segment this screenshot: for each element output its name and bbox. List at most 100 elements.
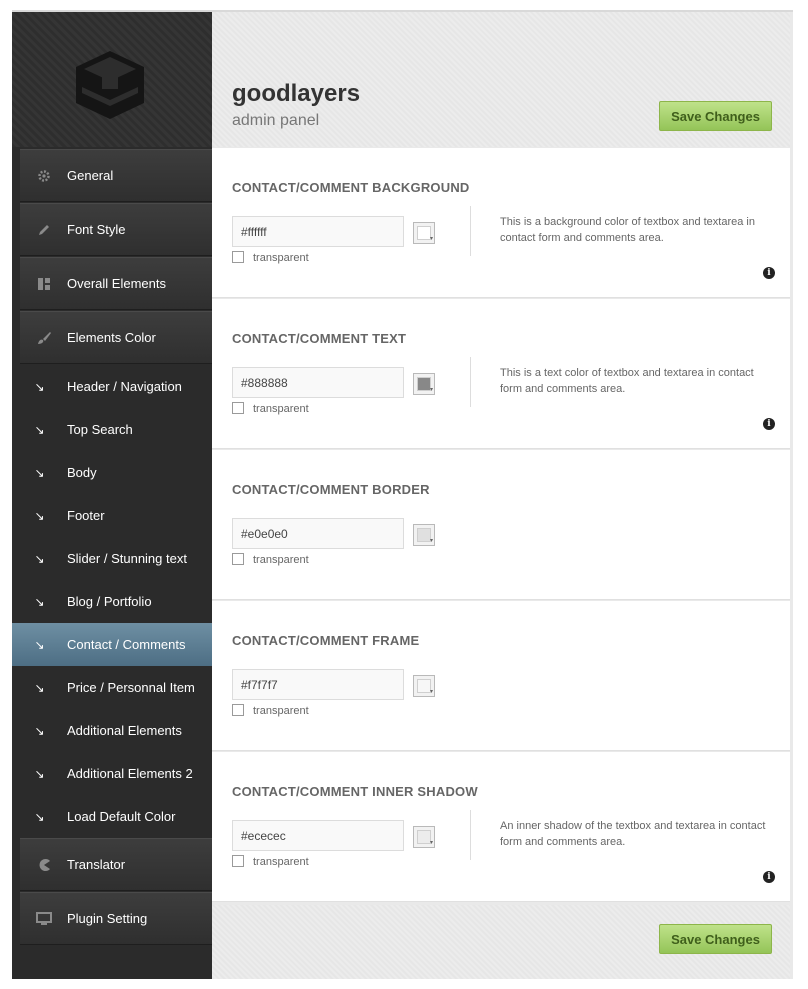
sidebar-subitem-label: Price / Personnal Item: [67, 680, 195, 695]
sidebar-subitem-footer[interactable]: ↘ Footer: [12, 494, 212, 537]
sidebar-subitem-additional-elements[interactable]: ↘ Additional Elements: [12, 709, 212, 752]
sidebar-item-label: General: [67, 168, 114, 183]
sidebar-item-label: Translator: [67, 857, 126, 872]
sidebar-subitem-header-navigation[interactable]: ↘ Header / Navigation: [12, 365, 212, 408]
sidebar-item-label: Overall Elements: [67, 276, 166, 291]
sidebar-subitem-blog-portfolio[interactable]: ↘ Blog / Portfolio: [12, 580, 212, 623]
section-title: CONTACT/COMMENT TEXT: [232, 331, 407, 346]
info-icon[interactable]: i: [763, 418, 775, 430]
section-text: CONTACT/COMMENT TEXT ▾ transparent This …: [212, 299, 790, 449]
sidebar: General Font Style Overall Elements Elem…: [12, 12, 212, 979]
sidebar-item-general[interactable]: General: [20, 149, 212, 202]
divider: [470, 357, 471, 407]
section-title: CONTACT/COMMENT BACKGROUND: [232, 180, 470, 195]
sidebar-subitem-slider-stunning-text[interactable]: ↘ Slider / Stunning text: [12, 537, 212, 580]
arrow-down-right-icon: ↘: [34, 809, 45, 824]
transparent-label: transparent: [253, 554, 309, 566]
sidebar-item-label: Plugin Setting: [67, 911, 148, 926]
sidebar-subitem-body[interactable]: ↘ Body: [12, 451, 212, 494]
arrow-down-right-icon: ↘: [34, 551, 45, 566]
transparent-checkbox[interactable]: [232, 855, 244, 867]
arrow-down-right-icon: ↘: [34, 723, 45, 738]
goodlayers-logo-icon: [76, 51, 144, 119]
main-content: goodlayers admin panel Save Changes CONT…: [212, 12, 793, 979]
arrow-down-right-icon: ↘: [34, 465, 45, 480]
gear-icon: [20, 169, 67, 183]
sidebar-subitem-label: Additional Elements: [67, 723, 182, 738]
info-icon[interactable]: i: [763, 267, 775, 279]
section-title: CONTACT/COMMENT INNER SHADOW: [232, 784, 478, 799]
sidebar-item-translator[interactable]: Translator: [20, 838, 212, 891]
save-changes-button-top[interactable]: Save Changes: [659, 101, 772, 131]
color-value-input[interactable]: [232, 820, 404, 851]
sidebar-subitem-label: Contact / Comments: [67, 637, 186, 652]
sidebar-item-elements-color[interactable]: Elements Color: [20, 311, 212, 364]
section-border: CONTACT/COMMENT BORDER ▾ transparent: [212, 450, 790, 600]
sidebar-subitem-label: Load Default Color: [67, 809, 176, 824]
sidebar-item-label: Elements Color: [67, 330, 156, 345]
color-picker-swatch[interactable]: ▾: [413, 524, 435, 546]
transparent-checkbox[interactable]: [232, 402, 244, 414]
divider: [470, 206, 471, 256]
sidebar-footer: [12, 945, 212, 979]
transparent-label: transparent: [253, 403, 309, 415]
section-title: CONTACT/COMMENT BORDER: [232, 482, 430, 497]
section-frame: CONTACT/COMMENT FRAME ▾ transparent: [212, 601, 790, 751]
sidebar-subitem-top-search[interactable]: ↘ Top Search: [12, 408, 212, 451]
arrow-down-right-icon: ↘: [34, 379, 45, 394]
sidebar-subitem-label: Top Search: [67, 422, 133, 437]
sidebar-subitem-label: Slider / Stunning text: [67, 551, 187, 566]
pacman-icon: [20, 858, 67, 872]
sidebar-subitem-label: Additional Elements 2: [67, 766, 193, 781]
monitor-icon: [20, 911, 67, 926]
transparent-label: transparent: [253, 252, 309, 264]
transparent-checkbox[interactable]: [232, 553, 244, 565]
sidebar-subitem-label: Blog / Portfolio: [67, 594, 152, 609]
divider: [470, 810, 471, 860]
section-inner-shadow: CONTACT/COMMENT INNER SHADOW ▾ transpare…: [212, 752, 790, 902]
color-value-input[interactable]: [232, 669, 404, 700]
panel-header: goodlayers admin panel Save Changes: [212, 12, 790, 147]
section-background: CONTACT/COMMENT BACKGROUND ▾ transparent…: [212, 148, 790, 298]
sidebar-subitem-load-default-color[interactable]: ↘ Load Default Color: [12, 795, 212, 838]
brand-subtitle: admin panel: [232, 112, 320, 129]
transparent-checkbox[interactable]: [232, 251, 244, 263]
logo-area: [12, 12, 212, 147]
sidebar-subitem-price-personnal-item[interactable]: ↘ Price / Personnal Item: [12, 666, 212, 709]
sidebar-item-plugin-setting[interactable]: Plugin Setting: [20, 892, 212, 945]
arrow-down-right-icon: ↘: [34, 680, 45, 695]
brush-icon: [20, 331, 67, 345]
section-title: CONTACT/COMMENT FRAME: [232, 633, 420, 648]
transparent-checkbox[interactable]: [232, 704, 244, 716]
pencil-icon: [20, 223, 67, 237]
sidebar-subitem-label: Body: [67, 465, 97, 480]
arrow-down-right-icon: ↘: [34, 594, 45, 609]
color-picker-swatch[interactable]: ▾: [413, 222, 435, 244]
color-value-input[interactable]: [232, 367, 404, 398]
sidebar-subitem-label: Footer: [67, 508, 105, 523]
sidebar-subitem-additional-elements-2[interactable]: ↘ Additional Elements 2: [12, 752, 212, 795]
sidebar-item-overall-elements[interactable]: Overall Elements: [20, 257, 212, 310]
sidebar-item-font-style[interactable]: Font Style: [20, 203, 212, 256]
arrow-down-right-icon: ↘: [34, 766, 45, 781]
color-picker-swatch[interactable]: ▾: [413, 826, 435, 848]
brand-title: goodlayers: [232, 80, 361, 107]
info-icon[interactable]: i: [763, 871, 775, 883]
layout-icon: [20, 277, 67, 291]
section-description: This is a text color of textbox and text…: [500, 367, 754, 395]
sidebar-subitem-label: Header / Navigation: [67, 379, 182, 394]
color-picker-swatch[interactable]: ▾: [413, 373, 435, 395]
color-picker-swatch[interactable]: ▾: [413, 675, 435, 697]
section-description: An inner shadow of the textbox and texta…: [500, 820, 766, 848]
sidebar-subitem-contact-comments[interactable]: ↘ Contact / Comments: [12, 623, 212, 666]
transparent-label: transparent: [253, 856, 309, 868]
sidebar-item-label: Font Style: [67, 222, 126, 237]
panel-footer: Save Changes: [212, 905, 790, 979]
section-description: This is a background color of textbox an…: [500, 216, 755, 244]
color-value-input[interactable]: [232, 518, 404, 549]
color-value-input[interactable]: [232, 216, 404, 247]
save-changes-button-bottom[interactable]: Save Changes: [659, 924, 772, 954]
arrow-down-right-icon: ↘: [34, 508, 45, 523]
transparent-label: transparent: [253, 705, 309, 717]
arrow-down-right-icon: ↘: [34, 637, 45, 652]
